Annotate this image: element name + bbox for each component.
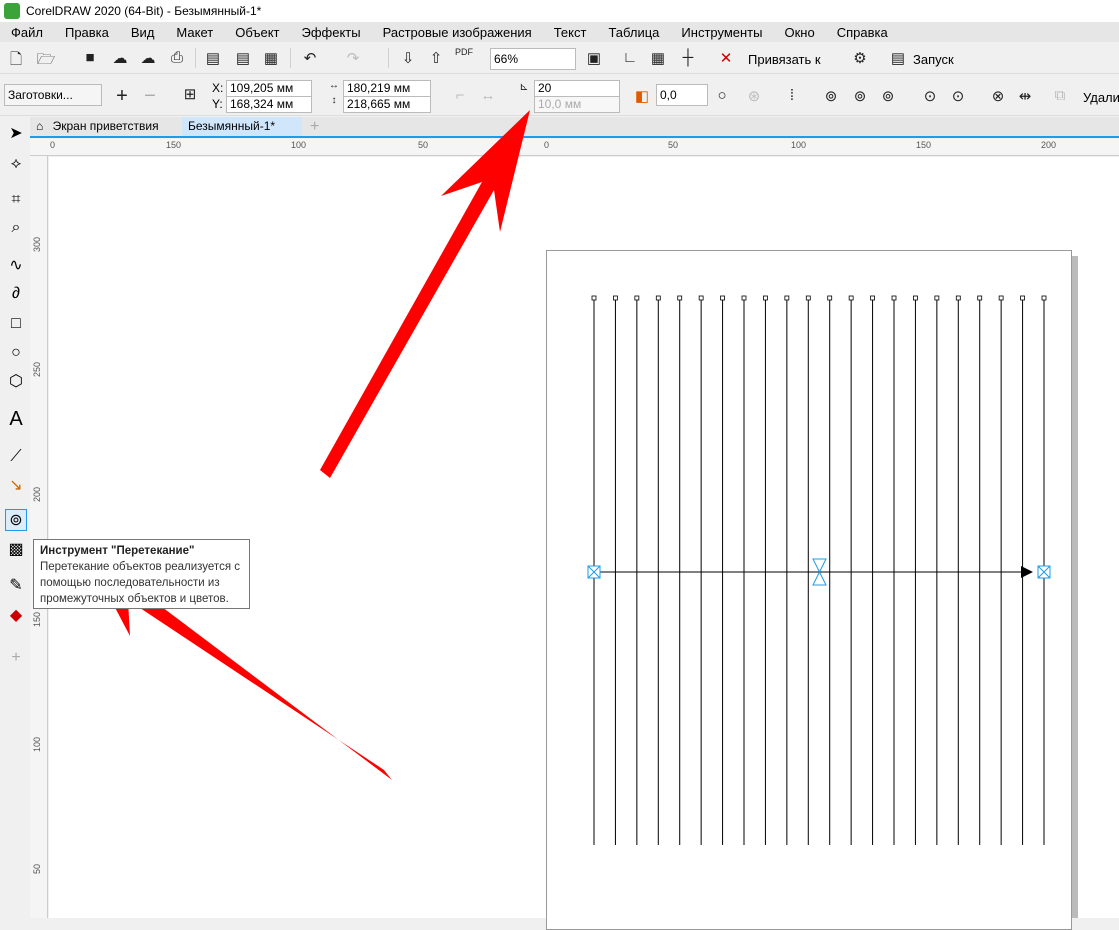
line-node[interactable] (655, 295, 661, 301)
line-node[interactable] (955, 295, 961, 301)
blend-tool-tooltip: Инструмент "Перетекание" Перетекание объ… (33, 539, 250, 609)
line-node[interactable] (677, 295, 683, 301)
line-node[interactable] (591, 295, 597, 301)
line-node[interactable] (827, 295, 833, 301)
tooltip-line: Перетекание объектов реализуется с (40, 561, 240, 573)
line-node[interactable] (870, 295, 875, 301)
tooltip-line: промежуточных объектов и цветов. (40, 593, 229, 605)
line-node[interactable] (977, 295, 983, 301)
line-node[interactable] (741, 295, 747, 301)
line-node[interactable] (998, 295, 1004, 301)
line-node[interactable] (1041, 295, 1047, 301)
line-node[interactable] (634, 295, 640, 301)
line-node[interactable] (934, 295, 940, 301)
blend-arrow-icon (1021, 566, 1033, 578)
tooltip-line: помощью последовательности из (40, 577, 220, 589)
line-node[interactable] (698, 295, 704, 301)
line-node[interactable] (913, 295, 918, 301)
line-node[interactable] (891, 295, 897, 301)
tooltip-title: Инструмент "Перетекание" (40, 545, 195, 557)
line-node[interactable] (1020, 295, 1025, 301)
line-node[interactable] (848, 295, 854, 301)
line-node[interactable] (613, 295, 618, 301)
line-node[interactable] (720, 295, 725, 301)
blend-group[interactable] (0, 0, 1119, 918)
line-node[interactable] (763, 295, 768, 301)
line-node[interactable] (784, 295, 790, 301)
line-node[interactable] (805, 295, 811, 301)
